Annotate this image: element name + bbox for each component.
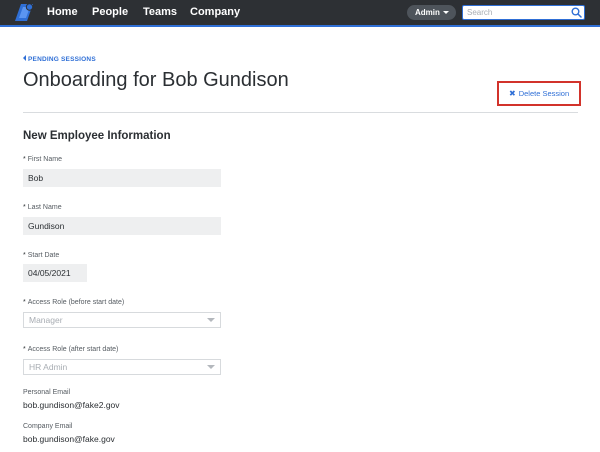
search-icon[interactable] bbox=[571, 7, 582, 18]
access-role-after-value: HR Admin bbox=[29, 362, 68, 372]
nav-home[interactable]: Home bbox=[47, 6, 78, 18]
company-email-label: Company Email bbox=[23, 423, 73, 430]
nav-accent-bar bbox=[0, 25, 600, 27]
page-title: Onboarding for Bob Gundison bbox=[23, 69, 289, 91]
nav-teams[interactable]: Teams bbox=[143, 6, 177, 18]
delete-session-label: Delete Session bbox=[518, 89, 570, 98]
first-name-field[interactable]: Bob bbox=[23, 169, 221, 187]
access-role-after-label: * Access Role (after start date) bbox=[23, 346, 118, 353]
access-role-after-label-text: Access Role (after start date) bbox=[27, 346, 119, 353]
personal-email-label: Personal Email bbox=[23, 389, 71, 396]
start-date-label-text: Start Date bbox=[27, 252, 60, 259]
section-title: New Employee Information bbox=[23, 130, 171, 142]
start-date-label: * Start Date bbox=[23, 252, 59, 259]
required-mark: * bbox=[23, 346, 26, 353]
close-icon: ✖ bbox=[509, 89, 516, 98]
top-nav: Home People Teams Company Admin bbox=[0, 0, 600, 25]
back-link-label: PENDING SESSIONS bbox=[28, 56, 96, 63]
nav-company[interactable]: Company bbox=[190, 6, 240, 18]
last-name-label: * Last Name bbox=[23, 204, 62, 211]
chevron-left-icon bbox=[23, 55, 26, 61]
access-role-before-label: * Access Role (before start date) bbox=[23, 299, 124, 306]
company-email-value: bob.gundison@fake.gov bbox=[23, 434, 115, 444]
search-input[interactable] bbox=[462, 5, 585, 20]
access-role-before-select[interactable]: Manager bbox=[23, 312, 221, 328]
first-name-label: * First Name bbox=[23, 156, 62, 163]
header-divider bbox=[23, 112, 578, 113]
required-mark: * bbox=[23, 252, 26, 259]
chevron-down-icon bbox=[443, 11, 449, 14]
last-name-field[interactable]: Gundison bbox=[23, 217, 221, 235]
back-link-pending-sessions[interactable]: PENDING SESSIONS bbox=[23, 55, 96, 63]
required-mark: * bbox=[23, 204, 26, 211]
access-role-before-value: Manager bbox=[29, 315, 63, 325]
personal-email-value: bob.gundison@fake2.gov bbox=[23, 400, 120, 410]
logo-icon[interactable] bbox=[14, 3, 34, 22]
delete-session-button[interactable]: ✖ Delete Session bbox=[497, 81, 581, 106]
admin-dropdown[interactable]: Admin bbox=[407, 5, 456, 20]
chevron-down-icon bbox=[207, 318, 215, 322]
required-mark: * bbox=[23, 156, 26, 163]
required-mark: * bbox=[23, 299, 26, 306]
nav-people[interactable]: People bbox=[92, 6, 128, 18]
admin-label: Admin bbox=[415, 8, 440, 17]
access-role-before-label-text: Access Role (before start date) bbox=[27, 299, 125, 306]
access-role-after-select[interactable]: HR Admin bbox=[23, 359, 221, 375]
start-date-field[interactable]: 04/05/2021 bbox=[23, 264, 87, 282]
first-name-label-text: First Name bbox=[27, 156, 62, 163]
chevron-down-icon bbox=[207, 365, 215, 369]
last-name-label-text: Last Name bbox=[27, 204, 62, 211]
